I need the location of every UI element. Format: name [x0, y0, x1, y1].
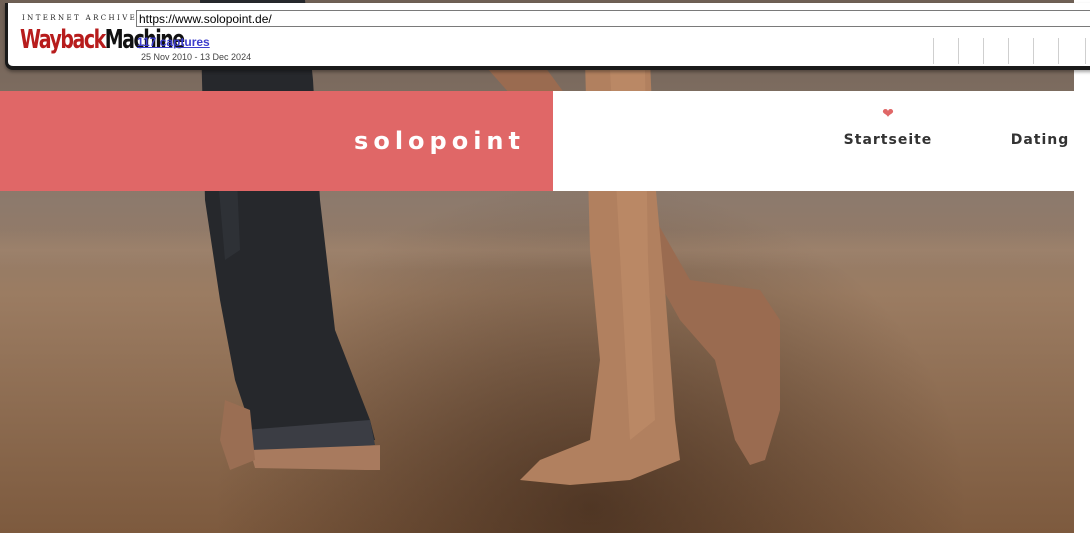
- page-bottom: [0, 533, 1074, 553]
- internet-archive-label: INTERNET ARCHIVE: [22, 14, 138, 22]
- nav-item-label: Startseite: [843, 132, 933, 148]
- hero-image: [0, 0, 1074, 533]
- wayback-url-input[interactable]: [136, 10, 1090, 27]
- nav-item-dating[interactable]: Dating: [1005, 91, 1074, 191]
- capture-date-range: 25 Nov 2010 - 13 Dec 2024: [141, 52, 252, 62]
- capture-sparkline[interactable]: [933, 38, 1090, 64]
- sparkline-tick: [1033, 38, 1034, 64]
- sparkline-tick: [983, 38, 984, 64]
- wayback-logo[interactable]: INTERNET ARCHIVE WaybackMachine: [20, 11, 185, 59]
- wayback-wordmark-red: Wayback: [20, 25, 106, 55]
- wayback-toolbar: INTERNET ARCHIVE WaybackMachine 117 capt…: [5, 3, 1090, 70]
- site-logo-text[interactable]: solopoint: [354, 127, 525, 155]
- hero-man-legs: [200, 0, 380, 470]
- nav-item-label: Dating: [1010, 132, 1070, 148]
- sparkline-tick: [1058, 38, 1059, 64]
- sparkline-tick: [1085, 38, 1086, 64]
- nav-item-startseite[interactable]: ❤ Startseite: [843, 91, 933, 191]
- heart-icon: ❤: [882, 106, 894, 122]
- sparkline-tick: [933, 38, 934, 64]
- website: solopoint ❤ Startseite Dating: [0, 0, 1074, 553]
- sparkline-tick: [958, 38, 959, 64]
- brand-banner: solopoint: [0, 91, 553, 191]
- captures-link[interactable]: 117 captures: [137, 35, 210, 49]
- sparkline-tick: [1008, 38, 1009, 64]
- main-navigation: ❤ Startseite Dating: [553, 91, 1074, 191]
